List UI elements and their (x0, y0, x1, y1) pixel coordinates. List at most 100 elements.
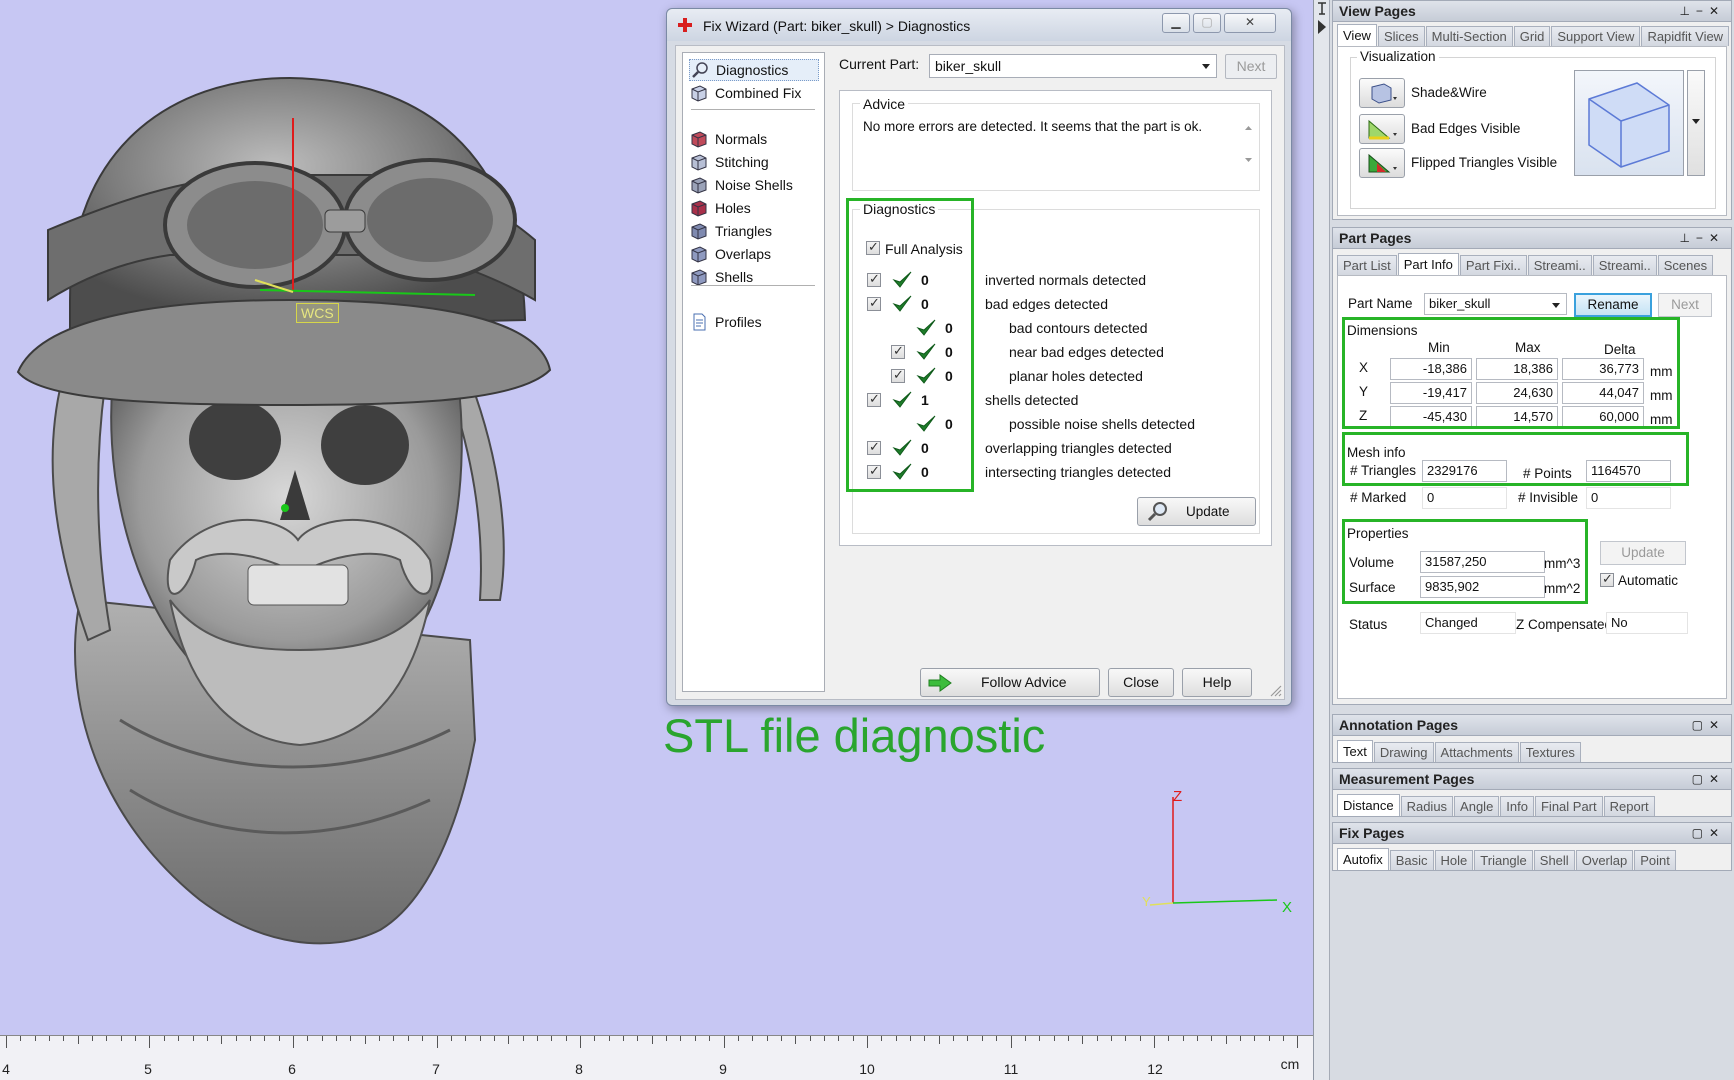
tab-distance[interactable]: Distance (1337, 794, 1400, 816)
nav-item-holes[interactable]: Holes (689, 197, 819, 219)
tab-streami[interactable]: Streami.. (1592, 255, 1657, 275)
help-button[interactable]: Help (1182, 668, 1252, 697)
nav-item-label: Profiles (715, 314, 762, 330)
side-strip[interactable] (1314, 0, 1330, 1080)
minimize-button[interactable]: ▁ (1162, 13, 1190, 33)
close-window-button[interactable]: ✕ (1224, 13, 1276, 33)
next-button[interactable]: Next (1225, 54, 1277, 79)
advice-group: Advice No more errors are detected. It s… (852, 96, 1260, 191)
restore-icon[interactable]: ▢ (1692, 772, 1709, 786)
automatic-checkbox[interactable] (1600, 571, 1614, 587)
tab-angle[interactable]: Angle (1454, 796, 1500, 816)
tab-grid[interactable]: Grid (1513, 26, 1551, 46)
pin-icon[interactable] (1314, 0, 1330, 40)
tab-text[interactable]: Text (1337, 740, 1373, 762)
dialog-titlebar[interactable]: Fix Wizard (Part: biker_skull) > Diagnos… (667, 9, 1291, 41)
minimize-icon[interactable]: − (1696, 4, 1709, 18)
pane-buttons[interactable]: ⊥−✕ (1679, 231, 1725, 245)
part-name-select[interactable]: biker_skull (1424, 293, 1567, 315)
ruler-tick (322, 1036, 323, 1041)
close-icon[interactable]: ✕ (1709, 718, 1725, 732)
nav-item-label: Holes (715, 200, 751, 216)
magnifier-icon (692, 62, 708, 78)
ruler-tick (695, 1036, 696, 1041)
shade-wire-button[interactable] (1359, 78, 1405, 108)
measurement-pages-header[interactable]: Measurement Pages ▢✕ (1332, 768, 1732, 790)
flipped-triangles-visible-label: Flipped Triangles Visible (1411, 155, 1558, 170)
tab-basic[interactable]: Basic (1389, 850, 1434, 870)
tab-slices[interactable]: Slices (1377, 26, 1425, 46)
current-part-value: biker_skull (935, 58, 1002, 74)
view-pages-header[interactable]: View Pages ⊥−✕ (1332, 0, 1732, 22)
nav-item-noise-shells[interactable]: Noise Shells (689, 174, 819, 196)
annotation-pages-header[interactable]: Annotation Pages ▢✕ (1332, 714, 1732, 736)
tab-radius[interactable]: Radius (1400, 796, 1454, 816)
ruler-tick (580, 1036, 581, 1048)
ruler-label: 8 (575, 1061, 583, 1077)
next-part-button[interactable]: Next (1658, 293, 1712, 317)
close-icon[interactable]: ✕ (1709, 231, 1725, 245)
view-dropdown-button[interactable] (1687, 70, 1705, 176)
pin-icon[interactable]: ⊥ (1679, 231, 1695, 245)
resize-grip-icon[interactable] (1268, 683, 1282, 697)
pin-icon[interactable]: ⊥ (1679, 4, 1695, 18)
tab-scenes[interactable]: Scenes (1657, 255, 1714, 275)
tab-info[interactable]: Info (1500, 796, 1534, 816)
pane-buttons[interactable]: ⊥−✕ (1679, 4, 1725, 18)
nav-item-stitching[interactable]: Stitching (689, 151, 819, 173)
tab-report[interactable]: Report (1603, 796, 1655, 816)
view-cube[interactable] (1574, 70, 1684, 176)
fix-pages-header[interactable]: Fix Pages ▢✕ (1332, 822, 1732, 844)
nav-item-normals[interactable]: Normals (689, 128, 819, 150)
nav-item-overlaps[interactable]: Overlaps (689, 243, 819, 265)
tab-triangle[interactable]: Triangle (1474, 850, 1533, 870)
nav-item-triangles[interactable]: Triangles (689, 220, 819, 242)
advice-scrollbar[interactable] (1240, 118, 1257, 170)
tab-attachments[interactable]: Attachments (1434, 742, 1519, 762)
close-button[interactable]: Close (1108, 668, 1174, 697)
close-icon[interactable]: ✕ (1709, 4, 1725, 18)
close-icon[interactable]: ✕ (1709, 826, 1725, 840)
flipped-triangles-visible-button[interactable] (1359, 148, 1405, 178)
tab-overlap[interactable]: Overlap (1575, 850, 1634, 870)
tab-rapidfit-view[interactable]: Rapidfit View (1641, 26, 1730, 46)
ruler-tick (20, 1036, 21, 1041)
tab-view[interactable]: View (1337, 24, 1377, 46)
follow-advice-button[interactable]: Follow Advice (920, 668, 1100, 697)
tab-point[interactable]: Point (1634, 850, 1676, 870)
tab-multi-section[interactable]: Multi-Section (1425, 26, 1513, 46)
diagnostic-label: bad edges detected (985, 296, 1108, 312)
restore-icon[interactable]: ▢ (1692, 826, 1709, 840)
tab-part-fixi[interactable]: Part Fixi.. (1459, 255, 1527, 275)
maximize-button[interactable]: ▢ (1193, 13, 1221, 33)
current-part-select[interactable]: biker_skull (929, 54, 1217, 78)
tab-support-view[interactable]: Support View (1551, 26, 1641, 46)
part-pages-header[interactable]: Part Pages ⊥−✕ (1332, 227, 1732, 249)
update-properties-button[interactable]: Update (1600, 541, 1686, 565)
tab-streami[interactable]: Streami.. (1527, 255, 1592, 275)
minimize-icon[interactable]: − (1696, 231, 1709, 245)
nav-item-combined-fix[interactable]: Combined Fix (689, 82, 819, 104)
tab-hole[interactable]: Hole (1434, 850, 1474, 870)
nav-item-diagnostics[interactable]: Diagnostics (689, 59, 819, 81)
tab-textures[interactable]: Textures (1519, 742, 1581, 762)
nav-item-profiles[interactable]: Profiles (689, 311, 819, 333)
tab-autofix[interactable]: Autofix (1337, 848, 1389, 870)
restore-icon[interactable]: ▢ (1692, 718, 1709, 732)
tab-drawing[interactable]: Drawing (1373, 742, 1434, 762)
bad-edges-visible-button[interactable] (1359, 114, 1405, 144)
ruler-tick (724, 1036, 725, 1048)
bad-edges-icon (1368, 119, 1397, 140)
rename-button[interactable]: Rename (1574, 293, 1652, 317)
tab-part-info[interactable]: Part Info (1397, 253, 1459, 275)
tab-part-list[interactable]: Part List (1337, 255, 1397, 275)
tab-final-part[interactable]: Final Part (1534, 796, 1603, 816)
tab-shell[interactable]: Shell (1533, 850, 1575, 870)
part-pages-title: Part Pages (1339, 230, 1412, 246)
pane-buttons[interactable]: ▢✕ (1692, 826, 1725, 840)
close-icon[interactable]: ✕ (1709, 772, 1725, 786)
pane-buttons[interactable]: ▢✕ (1692, 772, 1725, 786)
pane-buttons[interactable]: ▢✕ (1692, 718, 1725, 732)
axis-x-label: X (1282, 899, 1293, 916)
update-diagnostics-button[interactable]: Update (1137, 497, 1256, 526)
